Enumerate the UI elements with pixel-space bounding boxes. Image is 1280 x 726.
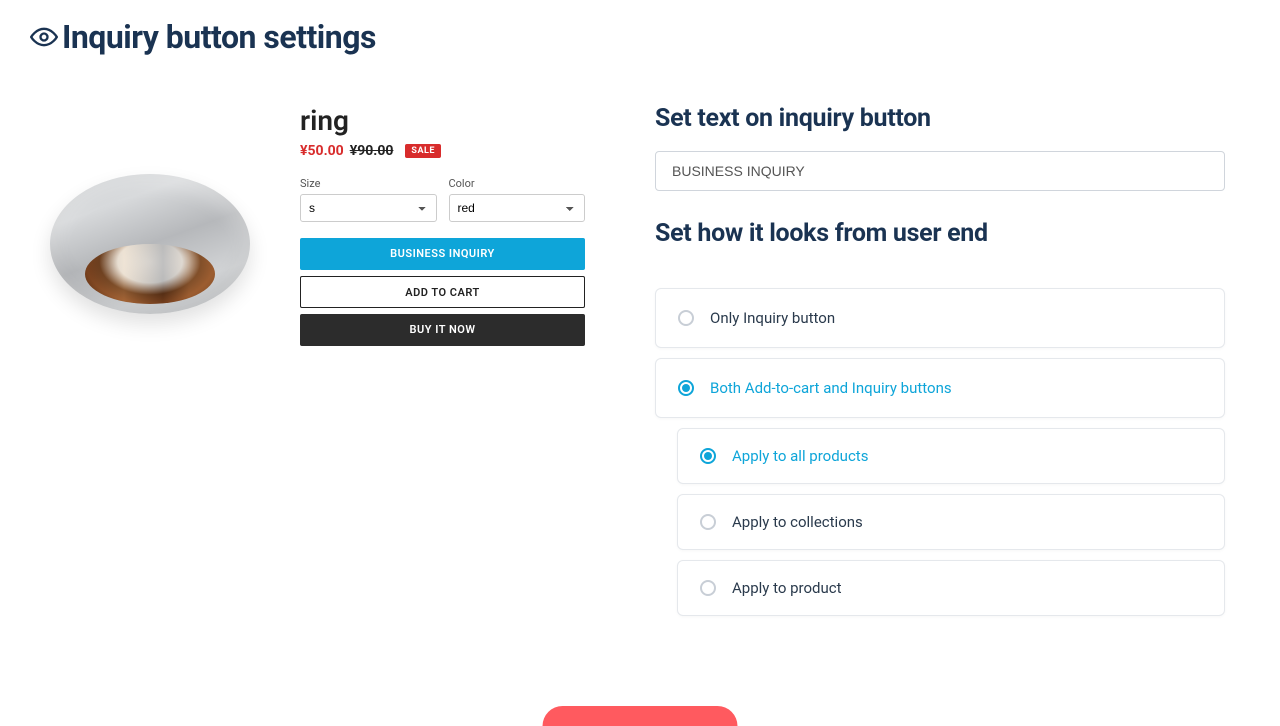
radio-icon [700, 514, 716, 530]
radio-label: Only Inquiry button [710, 309, 835, 327]
inquiry-text-input[interactable] [655, 151, 1225, 191]
price-original: ¥90.00 [350, 143, 394, 159]
color-label: Color [449, 177, 586, 190]
radio-icon [700, 448, 716, 464]
sale-badge: SALE [405, 144, 441, 158]
radio-apply-all-products[interactable]: Apply to all products [677, 428, 1225, 484]
set-look-section-title: Set how it looks from user end [655, 219, 1225, 248]
radio-label: Both Add-to-cart and Inquiry buttons [710, 379, 952, 397]
size-label: Size [300, 177, 437, 190]
preview-inquiry-button[interactable]: BUSINESS INQUIRY [300, 238, 585, 270]
eye-icon [30, 23, 58, 51]
radio-apply-product[interactable]: Apply to product [677, 560, 1225, 616]
set-text-section-title: Set text on inquiry button [655, 104, 1225, 133]
radio-icon [700, 580, 716, 596]
radio-label: Apply to collections [732, 513, 863, 531]
color-select[interactable]: red [449, 194, 586, 222]
radio-both-buttons[interactable]: Both Add-to-cart and Inquiry buttons [655, 358, 1225, 418]
preview-add-to-cart-button[interactable]: ADD TO CART [300, 276, 585, 308]
product-name: ring [300, 104, 585, 137]
radio-only-inquiry[interactable]: Only Inquiry button [655, 288, 1225, 348]
radio-label: Apply to all products [732, 447, 868, 465]
page-title: Inquiry button settings [62, 18, 376, 56]
radio-icon [678, 380, 694, 396]
radio-apply-collections[interactable]: Apply to collections [677, 494, 1225, 550]
radio-icon [678, 310, 694, 326]
price-sale: ¥50.00 [300, 143, 344, 159]
size-select[interactable]: s [300, 194, 437, 222]
preview-buy-now-button[interactable]: BUY IT NOW [300, 314, 585, 346]
bottom-action-button[interactable] [543, 706, 738, 726]
product-image [30, 144, 270, 344]
radio-label: Apply to product [732, 579, 842, 597]
product-preview: ring ¥50.00 ¥90.00 SALE Size s Color red [30, 104, 615, 626]
